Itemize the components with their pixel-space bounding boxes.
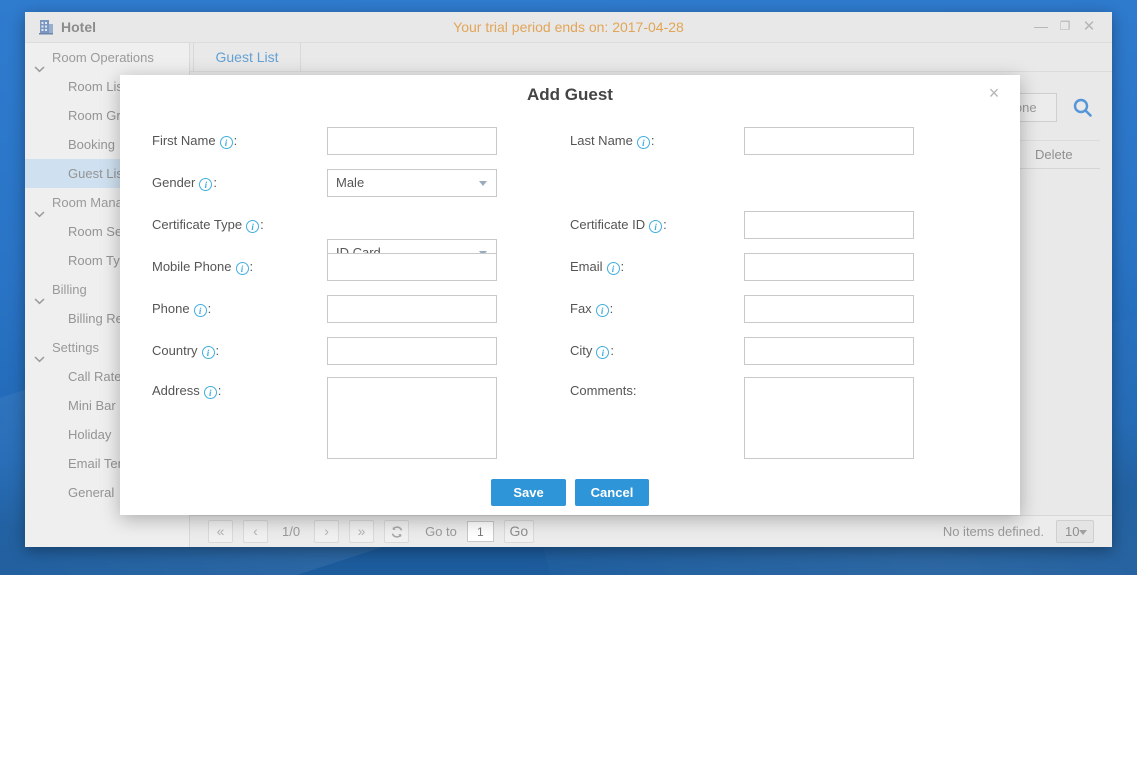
chevron-down-icon <box>34 344 45 351</box>
address-textarea[interactable] <box>327 377 497 459</box>
mobile-phone-label: Mobile Phonei: <box>152 259 253 274</box>
chevron-down-icon <box>479 181 487 186</box>
close-window-button[interactable]: ✕ <box>1078 12 1100 43</box>
sidebar-group-label: Settings <box>52 333 99 362</box>
info-icon: i <box>596 304 609 317</box>
info-icon: i <box>220 136 233 149</box>
next-page-button[interactable]: › <box>314 520 339 543</box>
info-icon: i <box>194 304 207 317</box>
sidebar-group-room-operations[interactable]: Room Operations <box>25 43 189 72</box>
status-text: No items defined. <box>943 524 1044 539</box>
page-size-select[interactable]: 10 <box>1056 520 1094 543</box>
tab-guest-list[interactable]: Guest List <box>193 43 301 72</box>
tab-bar: Guest List <box>190 43 1112 72</box>
page-size-value: 10 <box>1065 524 1079 539</box>
certificate-id-input[interactable] <box>744 211 914 239</box>
info-icon: i <box>637 136 650 149</box>
cancel-button[interactable]: Cancel <box>575 479 649 506</box>
prev-page-button[interactable]: ‹ <box>243 520 268 543</box>
add-guest-dialog: Add Guest × First Namei: Last Namei: Gen… <box>120 75 1020 515</box>
minimize-button[interactable]: — <box>1030 12 1052 43</box>
chevron-down-icon <box>1079 530 1087 535</box>
info-icon: i <box>236 262 249 275</box>
gender-label: Genderi: <box>152 175 217 190</box>
refresh-button[interactable] <box>384 520 409 543</box>
fax-label: Faxi: <box>570 301 613 316</box>
info-icon: i <box>246 220 259 233</box>
trial-notice: Your trial period ends on: 2017-04-28 <box>25 12 1112 43</box>
gender-select[interactable]: Male <box>327 169 497 197</box>
search-icon[interactable] <box>1072 97 1093 123</box>
first-name-input[interactable] <box>327 127 497 155</box>
last-page-button[interactable]: » <box>349 520 374 543</box>
info-icon: i <box>199 178 212 191</box>
first-page-button[interactable]: « <box>208 520 233 543</box>
country-input[interactable] <box>327 337 497 365</box>
info-icon: i <box>596 346 609 359</box>
goto-label: Go to <box>425 524 457 539</box>
country-label: Countryi: <box>152 343 219 358</box>
mobile-phone-input[interactable] <box>327 253 497 281</box>
title-bar: Hotel Your trial period ends on: 2017-04… <box>25 12 1112 43</box>
sidebar-group-label: Billing <box>52 275 87 304</box>
maximize-button[interactable]: ❐ <box>1054 12 1076 43</box>
comments-label: Comments: <box>570 383 636 398</box>
comments-textarea[interactable] <box>744 377 914 459</box>
save-button[interactable]: Save <box>491 479 566 506</box>
close-dialog-icon[interactable]: × <box>984 83 1004 104</box>
first-name-label: First Namei: <box>152 133 237 148</box>
chevron-down-icon <box>34 286 45 293</box>
last-name-label: Last Namei: <box>570 133 655 148</box>
info-icon: i <box>202 346 215 359</box>
email-label: Emaili: <box>570 259 624 274</box>
delete-column-header: Delete <box>1035 141 1073 168</box>
address-label: Addressi: <box>152 383 221 398</box>
gender-selected-value: Male <box>336 175 364 190</box>
phone-label: Phonei: <box>152 301 211 316</box>
info-icon: i <box>607 262 620 275</box>
info-icon: i <box>649 220 662 233</box>
sidebar-group-label: Room Operations <box>52 43 154 72</box>
dialog-title: Add Guest <box>120 85 1020 105</box>
email-input[interactable] <box>744 253 914 281</box>
go-button[interactable]: Go <box>504 520 534 543</box>
desktop-background: Hotel Your trial period ends on: 2017-04… <box>0 0 1137 575</box>
page-indicator: 1/0 <box>282 524 300 539</box>
pagination-bar: « ‹ 1/0 › » Go to Go No items de <box>190 515 1112 547</box>
city-input[interactable] <box>744 337 914 365</box>
phone-input[interactable] <box>327 295 497 323</box>
city-label: Cityi: <box>570 343 614 358</box>
info-icon: i <box>204 386 217 399</box>
fax-input[interactable] <box>744 295 914 323</box>
certificate-type-label: Certificate Typei: <box>152 217 264 232</box>
chevron-down-icon <box>34 199 45 206</box>
certificate-id-label: Certificate IDi: <box>570 217 667 232</box>
last-name-input[interactable] <box>744 127 914 155</box>
chevron-down-icon <box>34 54 45 61</box>
goto-page-input[interactable] <box>467 521 494 542</box>
